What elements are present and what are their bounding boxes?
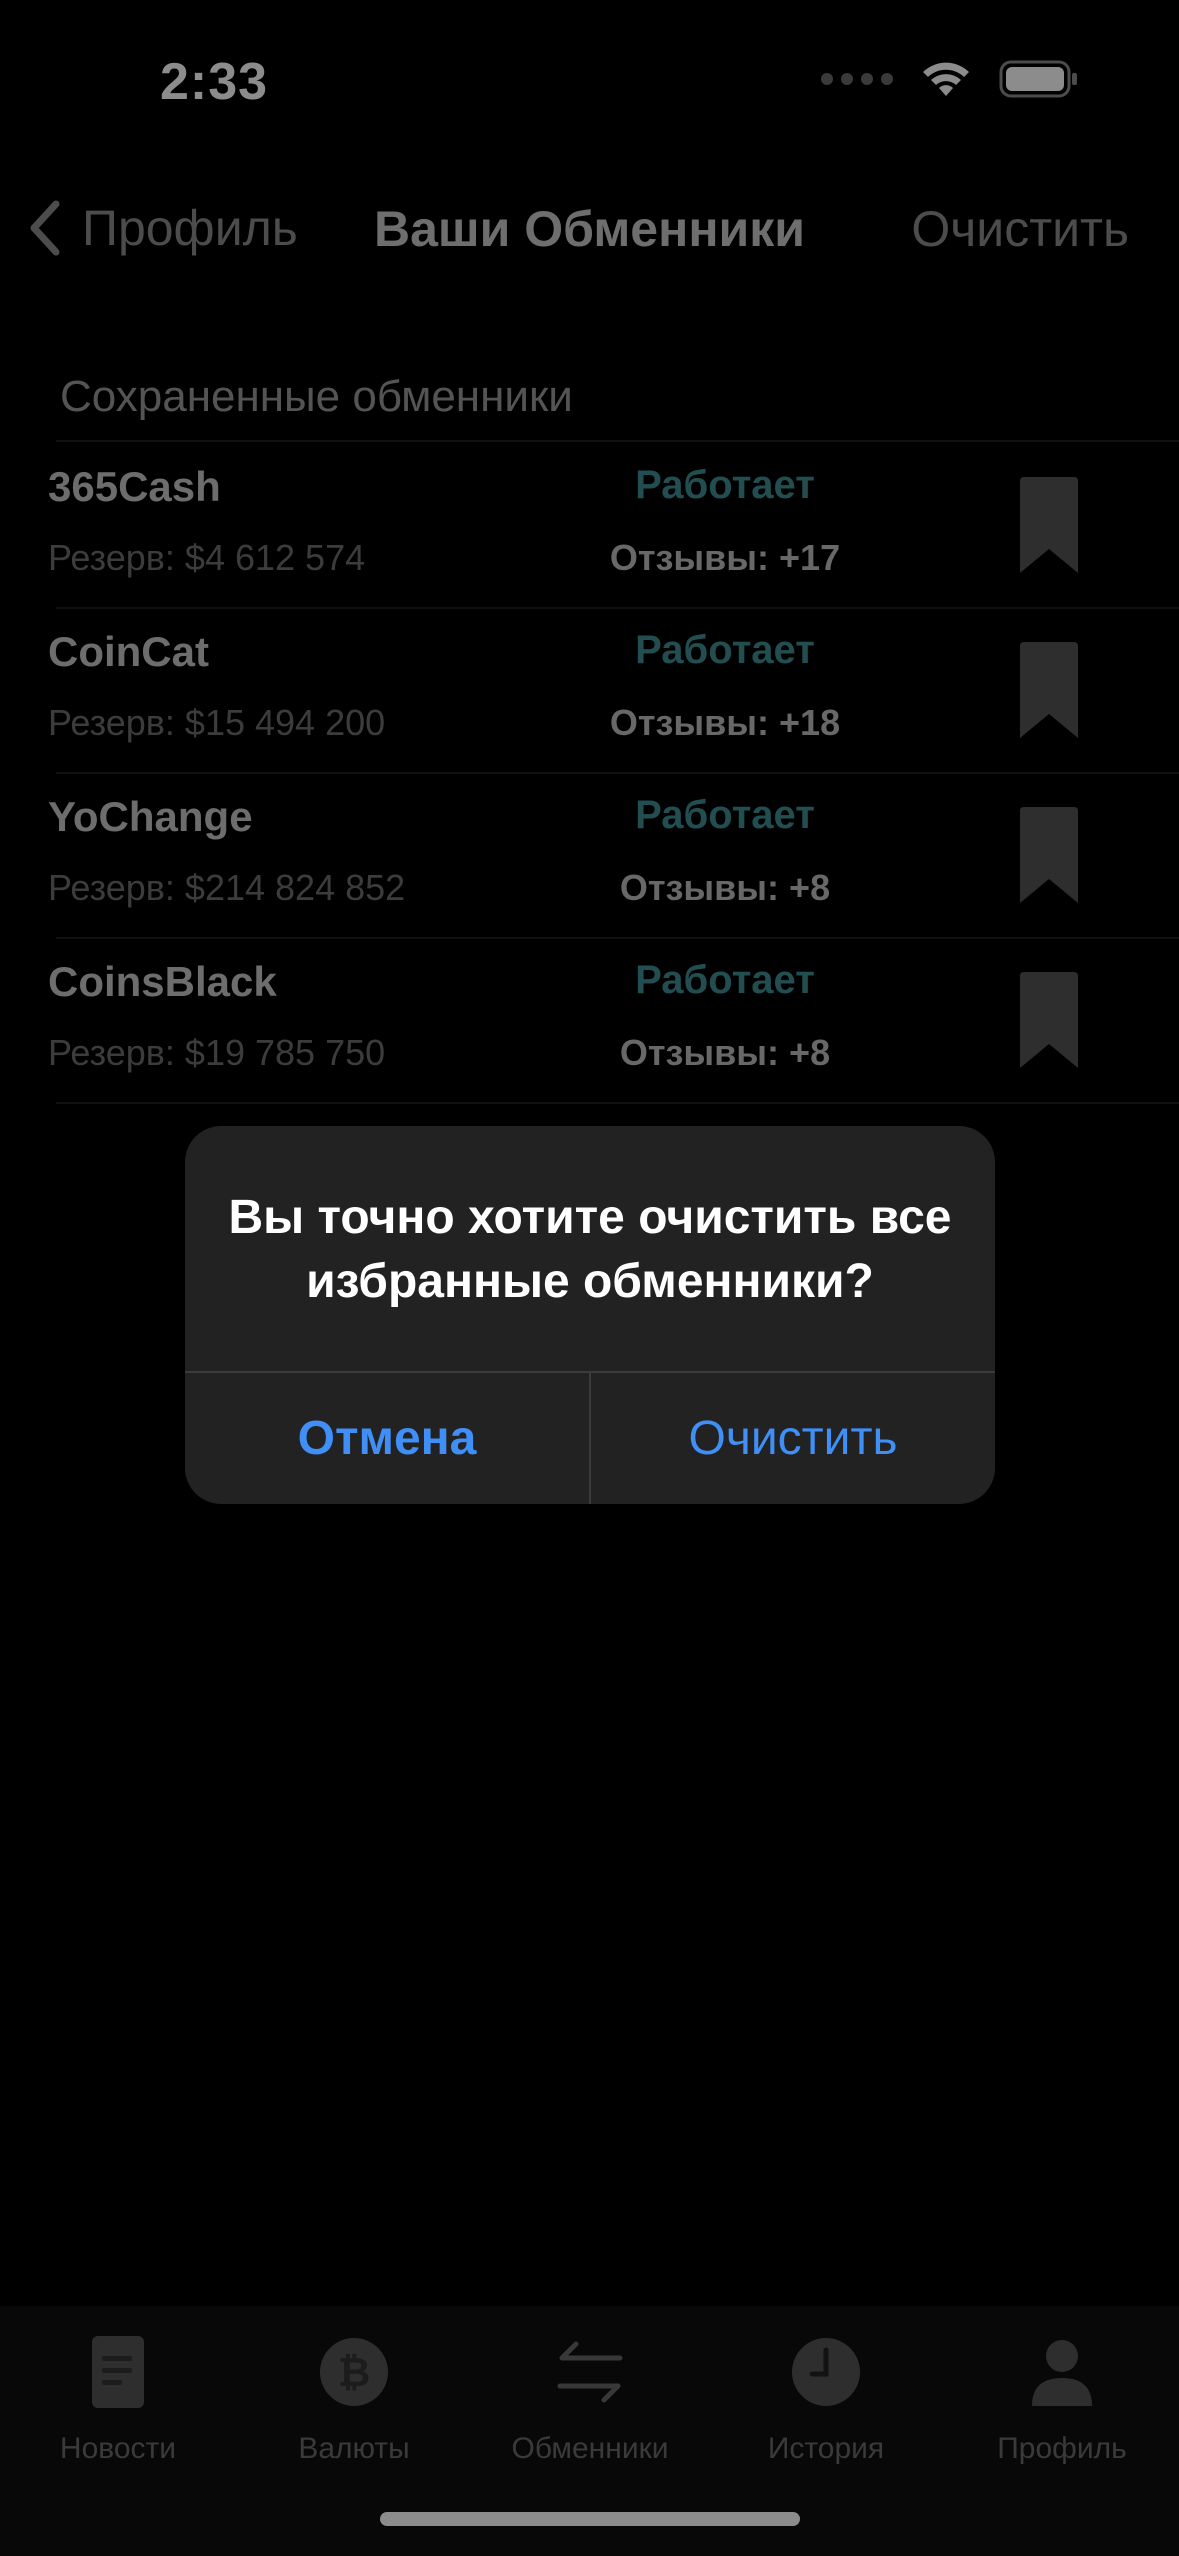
tab-label: Профиль (997, 2432, 1127, 2465)
svg-text:₿: ₿ (338, 2350, 371, 2396)
confirm-clear-button[interactable]: Очистить (591, 1373, 995, 1504)
reviews-count: Отзывы: +8 (619, 1032, 831, 1073)
tab-exchangers[interactable]: Обменники (472, 2326, 708, 2476)
section-header: Сохраненные обменники (60, 372, 573, 421)
tab-label: Новости (59, 2432, 177, 2465)
bookmark-icon[interactable] (1018, 642, 1080, 740)
tab-label: История (767, 2432, 885, 2465)
bookmark-icon[interactable] (1018, 807, 1080, 905)
exchanger-reserve: Резерв: $15 494 200 (48, 702, 386, 743)
tab-news[interactable]: Новости (0, 2326, 236, 2476)
screen: 2:33 Профиль Ваши Обменники Очистить Сох… (0, 0, 1179, 2556)
divider (56, 440, 1179, 442)
divider (56, 772, 1179, 774)
tab-label: Валюты (298, 2432, 410, 2465)
list-item[interactable]: YoChange Резерв: $214 824 852 Работает О… (0, 775, 1179, 940)
bookmark-icon[interactable] (1018, 477, 1080, 575)
dialog-message: Вы точно хотите очистить все избранные о… (228, 1191, 952, 1308)
exchange-arrows-icon (557, 2341, 623, 2403)
reviews-count: Отзывы: +18 (609, 702, 841, 743)
news-icon (92, 2336, 144, 2408)
divider (56, 607, 1179, 609)
exchanger-reserve: Резерв: $4 612 574 (48, 537, 366, 578)
bitcoin-icon: ₿ (320, 2338, 388, 2406)
cancel-button[interactable]: Отмена (185, 1373, 589, 1504)
list-item[interactable]: CoinsBlack Резерв: $19 785 750 Работает … (0, 940, 1179, 1105)
tab-profile[interactable]: Профиль (944, 2326, 1179, 2476)
list-item[interactable]: CoinCat Резерв: $15 494 200 Работает Отз… (0, 610, 1179, 775)
list-item[interactable]: 365Cash Резерв: $4 612 574 Работает Отзы… (0, 445, 1179, 610)
exchanger-name: 365Cash (48, 463, 221, 510)
exchanger-reserve: Резерв: $214 824 852 (48, 867, 406, 908)
bookmark-icon[interactable] (1018, 972, 1080, 1070)
status-label: Работает (635, 463, 815, 507)
tab-label: Обменники (511, 2432, 669, 2465)
divider (56, 937, 1179, 939)
divider (56, 1102, 1179, 1104)
clock-icon (792, 2338, 860, 2406)
status-label: Работает (635, 628, 815, 672)
exchanger-name: CoinCat (48, 628, 209, 675)
tab-history[interactable]: История (708, 2326, 944, 2476)
exchanger-reserve: Резерв: $19 785 750 (48, 1032, 386, 1073)
reviews-count: Отзывы: +17 (609, 537, 841, 578)
status-label: Работает (635, 958, 815, 1002)
exchanger-name: CoinsBlack (48, 958, 277, 1005)
reviews-count: Отзывы: +8 (619, 867, 831, 908)
status-label: Работает (635, 793, 815, 837)
home-indicator[interactable] (380, 2512, 800, 2526)
person-icon (1032, 2340, 1092, 2406)
confirm-dialog: Вы точно хотите очистить все избранные о… (185, 1126, 995, 1504)
tab-currencies[interactable]: ₿ Валюты (236, 2326, 472, 2476)
clear-button[interactable]: Очистить (911, 200, 1129, 258)
exchanger-name: YoChange (48, 793, 253, 840)
navigation-bar: Профиль Ваши Обменники Очистить (0, 170, 1179, 290)
